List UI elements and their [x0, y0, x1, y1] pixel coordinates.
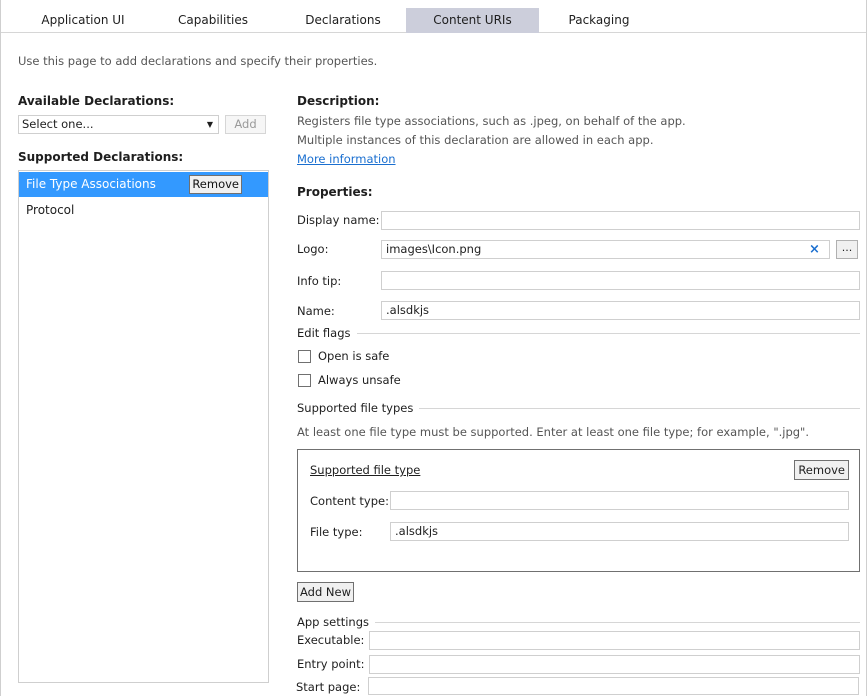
always-unsafe-label: Always unsafe	[318, 373, 401, 387]
supported-file-type-title: Supported file type	[310, 463, 421, 477]
supported-file-types-label: Supported file types	[297, 401, 420, 415]
description-label: Description:	[297, 94, 380, 108]
supported-file-types-hint: At least one file type must be supported…	[297, 425, 810, 439]
list-item-protocol[interactable]: Protocol	[19, 198, 268, 223]
always-unsafe-checkbox[interactable]	[298, 374, 311, 387]
list-item-label: File Type Associations	[26, 177, 156, 191]
available-declarations-label: Available Declarations:	[18, 94, 175, 108]
tab-application-ui[interactable]: Application UI	[18, 8, 148, 33]
description-text-2: Multiple instances of this declaration a…	[297, 133, 654, 147]
edit-flags-label: Edit flags	[297, 326, 357, 340]
supported-file-type-panel: Supported file type Remove Content type:…	[297, 449, 860, 572]
list-item-file-type-associations[interactable]: File Type Associations Remove	[19, 172, 268, 197]
info-tip-field[interactable]	[381, 271, 860, 290]
name-label: Name:	[297, 304, 335, 318]
entry-point-label: Entry point:	[297, 657, 365, 671]
chevron-down-icon: ▼	[206, 120, 213, 129]
display-name-field[interactable]	[381, 211, 860, 230]
executable-label: Executable:	[297, 633, 365, 647]
tab-declarations[interactable]: Declarations	[278, 8, 408, 33]
logo-label: Logo:	[297, 242, 329, 256]
app-settings-divider	[297, 622, 860, 623]
supported-declarations-list: File Type Associations Remove Protocol	[18, 170, 269, 683]
entry-point-field[interactable]	[369, 655, 860, 674]
file-type-field[interactable]: .alsdkjs	[390, 522, 849, 541]
remove-file-type-button[interactable]: Remove	[794, 460, 849, 480]
description-text-1: Registers file type associations, such a…	[297, 114, 686, 128]
file-type-label: File type:	[310, 525, 363, 539]
declaration-select[interactable]: Select one... ▼	[18, 115, 219, 134]
declarations-page: Application UI Capabilities Declarations…	[0, 0, 867, 696]
tab-packaging[interactable]: Packaging	[539, 8, 659, 33]
info-tip-label: Info tip:	[297, 274, 342, 288]
browse-button[interactable]: ...	[836, 240, 858, 259]
tab-bar: Application UI Capabilities Declarations…	[1, 8, 866, 33]
logo-field[interactable]: images\Icon.png	[381, 240, 830, 259]
edit-flags-divider	[297, 333, 860, 334]
tab-content-uris[interactable]: Content URIs	[406, 8, 539, 33]
properties-label: Properties:	[297, 185, 373, 199]
more-information-link[interactable]: More information	[297, 152, 396, 166]
open-is-safe-label: Open is safe	[318, 349, 390, 363]
executable-field[interactable]	[369, 631, 860, 650]
app-settings-label: App settings	[297, 615, 375, 629]
content-type-field[interactable]	[390, 491, 849, 510]
remove-declaration-button[interactable]: Remove	[189, 175, 242, 194]
add-new-file-type-button[interactable]: Add New	[297, 582, 355, 602]
tab-capabilities[interactable]: Capabilities	[148, 8, 278, 33]
open-is-safe-checkbox[interactable]	[298, 350, 311, 363]
name-field[interactable]: .alsdkjs	[381, 301, 860, 320]
declaration-select-value: Select one...	[22, 117, 94, 131]
start-page-label: Start page:	[296, 680, 361, 694]
add-declaration-button[interactable]: Add	[225, 115, 266, 134]
content-type-label: Content type:	[310, 494, 389, 508]
list-item-label: Protocol	[26, 203, 75, 217]
start-page-field[interactable]	[368, 677, 859, 695]
supported-declarations-label: Supported Declarations:	[18, 150, 184, 164]
clear-icon[interactable]: ×	[809, 242, 820, 257]
page-intro: Use this page to add declarations and sp…	[18, 54, 378, 68]
display-name-label: Display name:	[297, 213, 380, 227]
